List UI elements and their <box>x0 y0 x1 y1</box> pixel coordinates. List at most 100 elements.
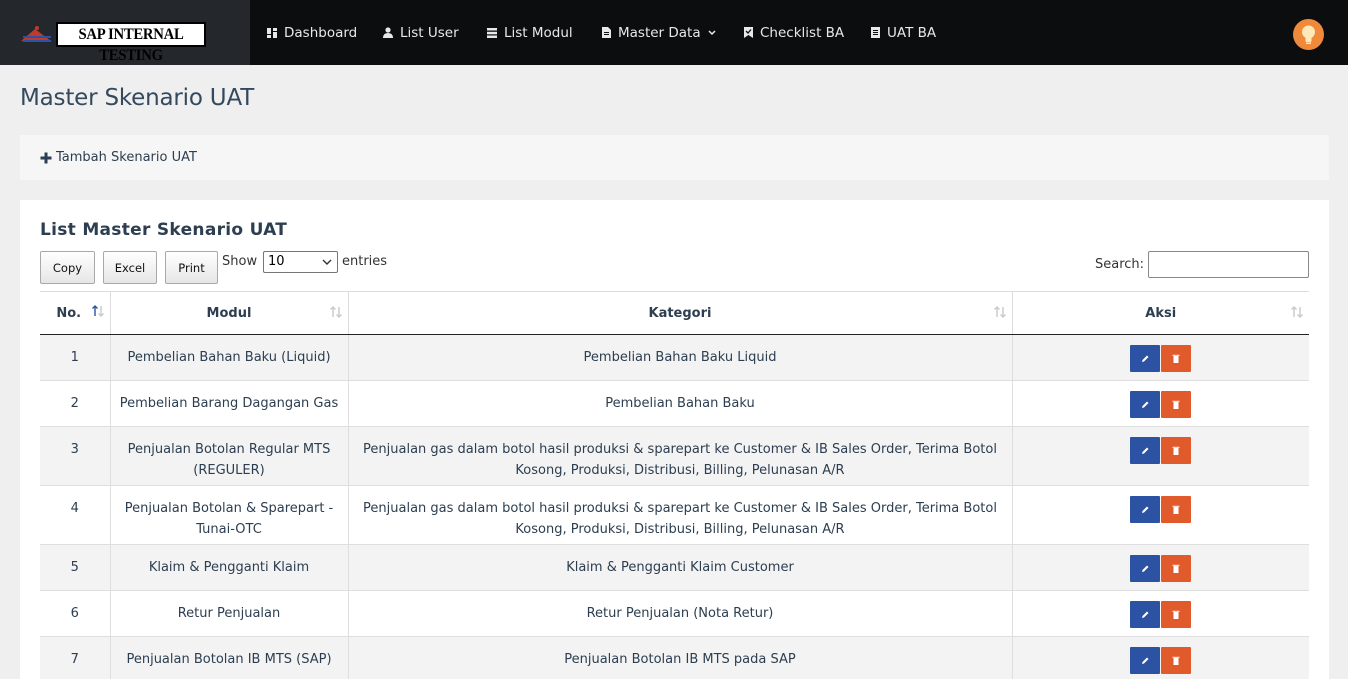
add-skenario-label: Tambah Skenario UAT <box>56 150 197 165</box>
edit-button[interactable] <box>1130 391 1161 418</box>
trash-icon <box>1172 564 1180 573</box>
cell-no: 6 <box>40 590 110 637</box>
cell-aksi <box>1011 380 1309 427</box>
sort-icon <box>1291 306 1303 318</box>
cell-aksi <box>1011 544 1309 591</box>
brand-title: SAP INTERNAL TESTING <box>78 26 184 64</box>
chevron-down-icon <box>708 29 716 35</box>
cell-no: 2 <box>40 380 110 427</box>
column-header-modul[interactable]: Modul <box>109 291 348 335</box>
column-header-no[interactable]: No. <box>40 291 110 335</box>
delete-button[interactable] <box>1161 345 1192 372</box>
cell-aksi <box>1011 636 1309 679</box>
table-header-row: No. Modul Kategori Aksi <box>40 291 1309 335</box>
delete-button[interactable] <box>1161 437 1192 464</box>
nav-list-user[interactable]: List User <box>383 0 459 65</box>
document-icon <box>870 27 880 39</box>
nav-checklist-ba-label: Checklist BA <box>760 24 845 41</box>
nav-list-user-label: List User <box>400 24 459 41</box>
pencil-icon <box>1141 355 1149 362</box>
column-header-aksi[interactable]: Aksi <box>1011 291 1309 335</box>
nav-list-modul[interactable]: List Modul <box>487 0 573 65</box>
brand-logo: SAP INTERNAL TESTING <box>56 22 206 64</box>
table-row: 7 Penjualan Botolan IB MTS (SAP) Penjual… <box>40 636 1309 679</box>
entries-label: entries <box>342 254 388 269</box>
nav-list-modul-label: List Modul <box>504 24 573 41</box>
cell-kategori: Klaim & Pengganti Klaim Customer <box>347 544 1012 591</box>
list-card: List Master Skenario UAT Copy Excel Prin… <box>20 200 1329 679</box>
cell-kategori: Penjualan gas dalam botol hasil produksi… <box>347 426 1012 486</box>
edit-button[interactable] <box>1130 437 1161 464</box>
edit-button[interactable] <box>1130 345 1161 372</box>
brand[interactable]: SAP INTERNAL TESTING <box>0 0 250 65</box>
table-row: 5 Klaim & Pengganti Klaim Klaim & Pengga… <box>40 544 1309 591</box>
cell-modul: Penjualan Botolan Regular MTS (REGULER) <box>109 426 348 486</box>
file-icon <box>601 27 611 39</box>
delete-button[interactable] <box>1161 647 1192 674</box>
copy-button[interactable]: Copy <box>40 251 95 284</box>
table-row: 4 Penjualan Botolan & Sparepart - Tunai-… <box>40 485 1309 545</box>
nav-uat-ba[interactable]: UAT BA <box>870 0 936 65</box>
cell-no: 3 <box>40 426 110 486</box>
pencil-icon <box>1141 611 1149 618</box>
delete-button[interactable] <box>1161 555 1192 582</box>
table-row: 2 Pembelian Barang Dagangan Gas Pembelia… <box>40 380 1309 427</box>
pencil-icon <box>1141 506 1149 513</box>
cell-no: 1 <box>40 334 110 381</box>
cell-kategori: Retur Penjualan (Nota Retur) <box>347 590 1012 637</box>
plus-icon <box>40 152 52 163</box>
show-label: Show <box>222 254 258 269</box>
sort-icon <box>329 306 342 318</box>
cell-no: 5 <box>40 544 110 591</box>
nav-uat-ba-label: UAT BA <box>887 24 937 41</box>
nav-master-data[interactable]: Master Data <box>601 0 716 65</box>
sort-icon <box>993 306 1006 318</box>
entries-select-value: 10 <box>268 254 285 269</box>
edit-button[interactable] <box>1130 601 1161 628</box>
list-title: List Master Skenario UAT <box>40 220 288 240</box>
cell-modul: Retur Penjualan <box>109 590 348 637</box>
pencil-icon <box>1141 565 1149 572</box>
table-row: 3 Penjualan Botolan Regular MTS (REGULER… <box>40 426 1309 486</box>
avatar[interactable] <box>1293 19 1324 50</box>
skenario-table: No. Modul Kategori Aksi 1 Pembelian Baha… <box>40 291 1309 679</box>
search-input[interactable] <box>1148 251 1309 278</box>
bookmark-check-icon <box>743 27 753 39</box>
edit-button[interactable] <box>1130 555 1161 582</box>
add-panel: Tambah Skenario UAT <box>20 135 1329 180</box>
edit-button[interactable] <box>1130 496 1161 523</box>
excel-button[interactable]: Excel <box>103 251 157 284</box>
nav-dashboard[interactable]: Dashboard <box>267 0 357 65</box>
sort-ascending-icon <box>91 305 104 317</box>
table-row: 6 Retur Penjualan Retur Penjualan (Nota … <box>40 590 1309 637</box>
top-navbar: SAP INTERNAL TESTING Dashboard List User… <box>0 0 1348 65</box>
pencil-icon <box>1141 447 1149 454</box>
lightbulb-icon <box>1302 25 1315 44</box>
cell-aksi <box>1011 485 1309 545</box>
trash-icon <box>1172 400 1180 409</box>
page-title: Master Skenario UAT <box>20 85 255 111</box>
table-row: 1 Pembelian Bahan Baku (Liquid) Pembelia… <box>40 334 1309 381</box>
cell-kategori: Pembelian Bahan Baku <box>347 380 1012 427</box>
cell-kategori: Pembelian Bahan Baku Liquid <box>347 334 1012 381</box>
delete-button[interactable] <box>1161 391 1192 418</box>
print-button[interactable]: Print <box>165 251 218 284</box>
cell-kategori: Penjualan gas dalam botol hasil produksi… <box>347 485 1012 545</box>
delete-button[interactable] <box>1161 601 1192 628</box>
add-skenario-button[interactable]: Tambah Skenario UAT <box>40 135 197 180</box>
entries-select[interactable]: 10 <box>263 251 338 273</box>
cell-no: 7 <box>40 636 110 679</box>
edit-button[interactable] <box>1130 647 1161 674</box>
cell-kategori: Penjualan Botolan IB MTS pada SAP <box>347 636 1012 679</box>
user-icon <box>383 27 393 39</box>
trash-icon <box>1172 610 1180 619</box>
cell-aksi <box>1011 426 1309 486</box>
chevron-down-icon <box>322 259 332 265</box>
trash-icon <box>1172 505 1180 514</box>
nav-checklist-ba[interactable]: Checklist BA <box>743 0 844 65</box>
cell-modul: Klaim & Pengganti Klaim <box>109 544 348 591</box>
column-header-kategori[interactable]: Kategori <box>347 291 1012 335</box>
search-label: Search: <box>1095 257 1145 272</box>
delete-button[interactable] <box>1161 496 1192 523</box>
nav-dashboard-label: Dashboard <box>284 24 358 41</box>
